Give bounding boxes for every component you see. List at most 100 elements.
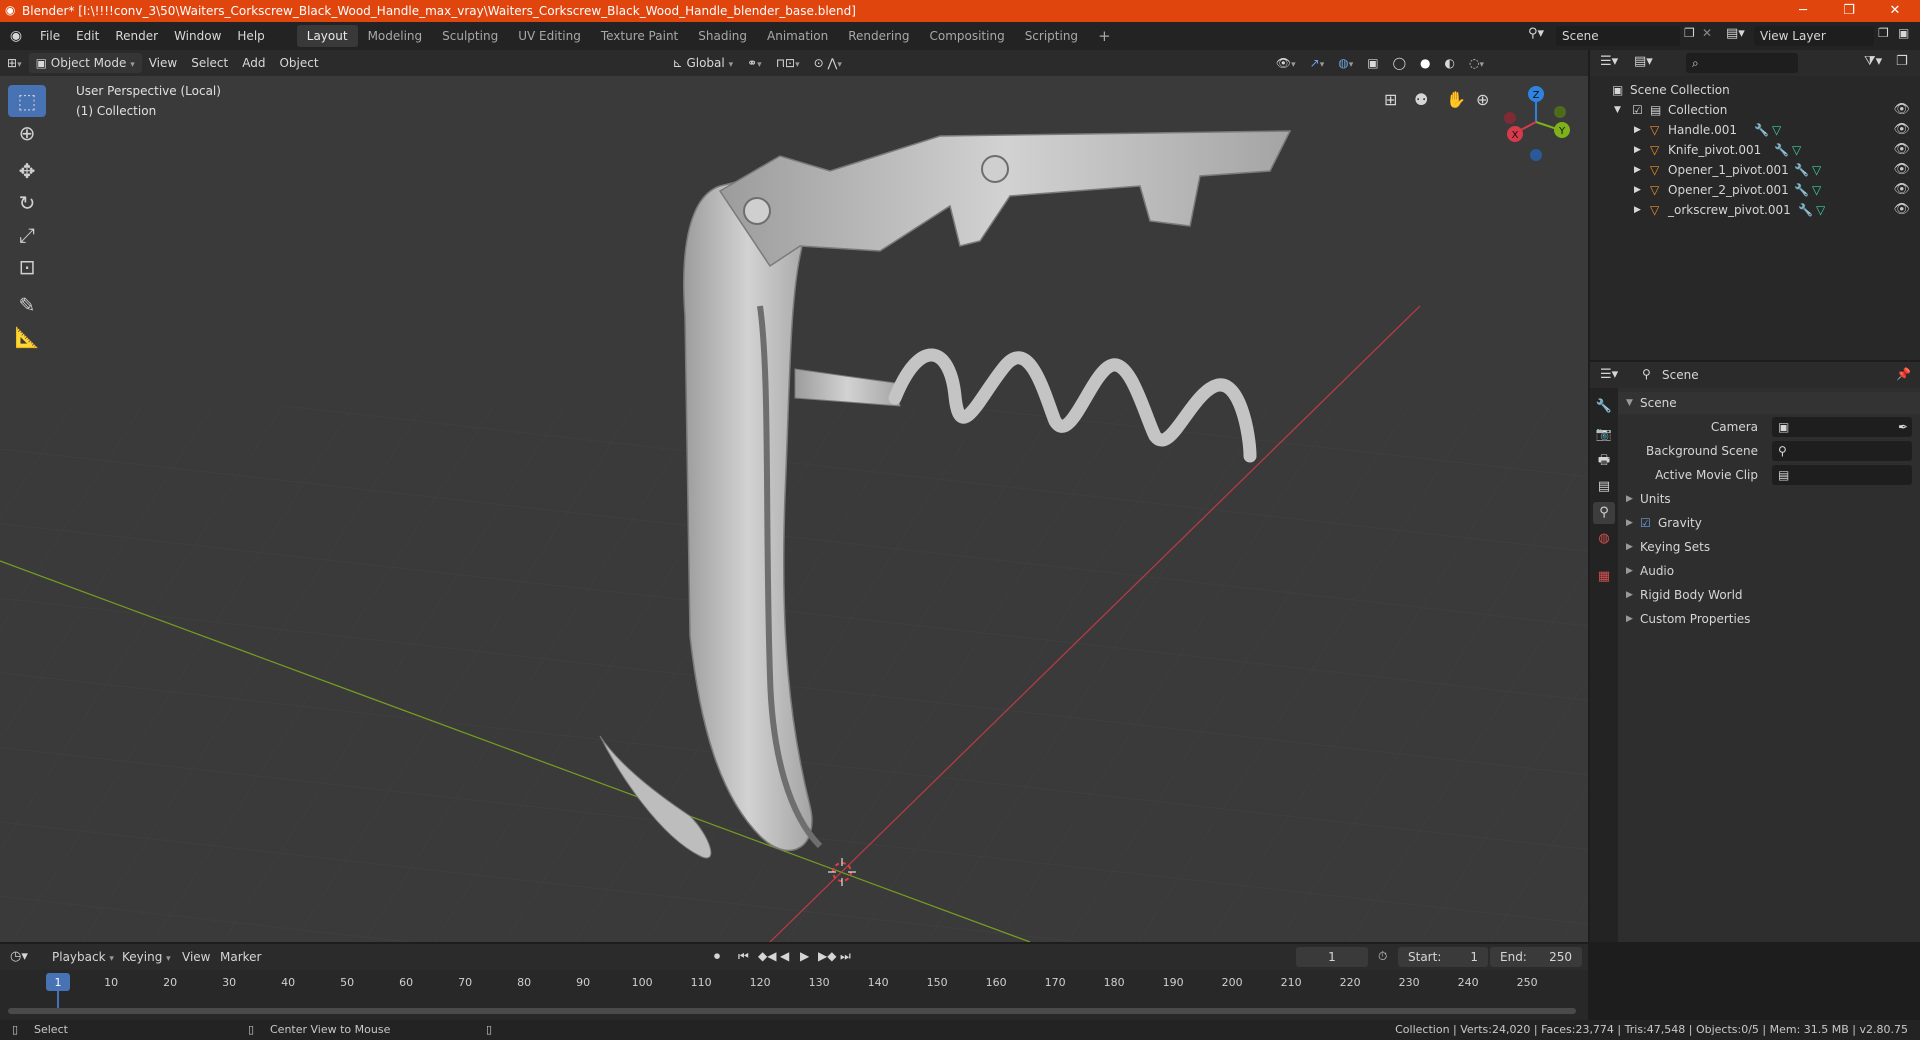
- tab-shading[interactable]: Shading: [688, 25, 757, 47]
- view-layer-type-icon[interactable]: ▤▾: [1726, 26, 1745, 41]
- outliner-editor-type-icon[interactable]: ☰▾: [1600, 54, 1618, 69]
- menu-marker[interactable]: Marker: [220, 950, 261, 964]
- scene-new-icon[interactable]: ❐: [1684, 26, 1695, 40]
- play-reverse-icon[interactable]: ◀: [780, 949, 789, 963]
- new-collection-icon[interactable]: ❐: [1896, 54, 1908, 69]
- view-layer-selector[interactable]: View Layer: [1754, 26, 1874, 46]
- eye-icon[interactable]: 👁: [1893, 100, 1910, 120]
- outliner-row-object[interactable]: ▶ ▽ Handle.001 🔧 ▽ 👁: [1590, 120, 1920, 140]
- gizmo-neg-z[interactable]: [1530, 149, 1542, 161]
- menu-file[interactable]: File: [32, 25, 68, 47]
- scene-close-icon[interactable]: ✕: [1702, 26, 1712, 40]
- outliner-row-object[interactable]: ▶ ▽ Opener_1_pivot.001 🔧 ▽ 👁: [1590, 160, 1920, 180]
- outliner-row-collection[interactable]: ▼ ☑ ▤ Collection 👁: [1590, 100, 1920, 120]
- end-frame-field[interactable]: End: 250: [1490, 947, 1582, 967]
- maximize-button[interactable]: ❐: [1826, 0, 1872, 22]
- scene-panel-header[interactable]: ▼ Scene: [1618, 392, 1920, 414]
- collection-checkbox[interactable]: ☑: [1632, 100, 1643, 120]
- menu-playback[interactable]: Playback ▾: [52, 950, 114, 964]
- jump-end-icon[interactable]: ⏭: [840, 949, 851, 964]
- close-button[interactable]: ✕: [1872, 0, 1918, 22]
- filter-icon[interactable]: ⧩▾: [1864, 54, 1882, 69]
- expand-arrow-icon[interactable]: ▼: [1614, 100, 1621, 120]
- eye-icon[interactable]: 👁: [1893, 160, 1910, 180]
- eye-icon[interactable]: 👁: [1893, 140, 1910, 160]
- modifier-wrench-icon[interactable]: 🔧: [1798, 200, 1813, 220]
- transform-orientation-dropdown[interactable]: ⊾ Global ▾: [666, 53, 741, 73]
- tab-layout[interactable]: Layout: [296, 25, 358, 47]
- current-frame-field[interactable]: 1: [1296, 947, 1368, 967]
- menu-render[interactable]: Render: [107, 25, 166, 47]
- keying-sets-panel[interactable]: ▶ Keying Sets: [1618, 536, 1920, 558]
- menu-help[interactable]: Help: [229, 25, 272, 47]
- minimize-button[interactable]: ─: [1780, 0, 1826, 22]
- expand-arrow-icon[interactable]: ▶: [1634, 160, 1641, 180]
- tab-sculpting[interactable]: Sculpting: [432, 25, 508, 47]
- editor-type-icon[interactable]: ⊞▾: [0, 53, 29, 73]
- eyedropper-icon[interactable]: ✒: [1898, 416, 1908, 438]
- view-layer-new-icon[interactable]: ❐: [1878, 26, 1889, 40]
- 3d-viewport[interactable]: Z Y X User Perspective (Local) (1) Colle…: [0, 76, 1588, 942]
- transform-tool-icon[interactable]: ⊡: [8, 251, 46, 283]
- mesh-data-icon[interactable]: ▽: [1792, 140, 1801, 160]
- view-layer-tab-icon[interactable]: ▤: [1593, 476, 1615, 498]
- scene-tab-icon[interactable]: ⚲: [1593, 502, 1615, 524]
- select-box-tool-icon[interactable]: ⬚: [8, 85, 46, 117]
- shading-solid-icon[interactable]: ●: [1413, 53, 1437, 73]
- tab-rendering[interactable]: Rendering: [838, 25, 919, 47]
- camera-field[interactable]: ▣ ✒: [1772, 417, 1912, 437]
- next-keyframe-icon[interactable]: ▶◆: [818, 949, 836, 963]
- modifier-wrench-icon[interactable]: 🔧: [1754, 120, 1769, 140]
- expand-arrow-icon[interactable]: ▶: [1634, 180, 1641, 200]
- outliner-row-object[interactable]: ▶ ▽ Knife_pivot.001 🔧 ▽ 👁: [1590, 140, 1920, 160]
- pivot-point-icon[interactable]: ⚭▾: [740, 53, 769, 73]
- scene-type-icon[interactable]: ⚲▾: [1528, 26, 1544, 41]
- overlay-toggle-icon[interactable]: ◍▾: [1331, 53, 1360, 73]
- jump-start-icon[interactable]: ⏮: [738, 949, 749, 964]
- expand-arrow-icon[interactable]: ▶: [1634, 140, 1641, 160]
- tab-scripting[interactable]: Scripting: [1015, 25, 1088, 47]
- cursor-tool-icon[interactable]: ⊕: [8, 117, 46, 149]
- gizmo-toggle-icon[interactable]: ↗▾: [1303, 53, 1332, 73]
- move-tool-icon[interactable]: ✥: [8, 155, 46, 187]
- timeline-editor-type-icon[interactable]: ◷▾: [10, 949, 28, 964]
- outliner-row-scene-collection[interactable]: ▣ Scene Collection: [1590, 80, 1920, 100]
- measure-tool-icon[interactable]: 📐: [8, 321, 46, 353]
- timeline-body[interactable]: 1 10 20 30 40 50 60 70 80 90 100 110 120 130 140 150 160…: [0, 970, 1588, 1020]
- properties-editor-type-icon[interactable]: ☰▾: [1600, 367, 1618, 382]
- audio-panel[interactable]: ▶ Audio: [1618, 560, 1920, 582]
- tool-tab-icon[interactable]: 🔧: [1593, 396, 1615, 418]
- outliner-row-object[interactable]: ▶ ▽ Opener_2_pivot.001 🔧 ▽ 👁: [1590, 180, 1920, 200]
- background-scene-field[interactable]: ⚲: [1772, 441, 1912, 461]
- rotate-tool-icon[interactable]: ↻: [8, 187, 46, 219]
- texture-tab-icon[interactable]: ▦: [1593, 566, 1615, 588]
- mesh-data-icon[interactable]: ▽: [1812, 180, 1821, 200]
- menu-select[interactable]: Select: [184, 53, 235, 73]
- tab-animation[interactable]: Animation: [757, 25, 838, 47]
- xray-toggle-icon[interactable]: ▣: [1360, 53, 1385, 73]
- menu-view[interactable]: View: [142, 53, 184, 73]
- modifier-wrench-icon[interactable]: 🔧: [1774, 140, 1789, 160]
- menu-keying[interactable]: Keying ▾: [122, 950, 171, 964]
- output-tab-icon[interactable]: 🖶: [1593, 450, 1615, 472]
- rigid-body-world-panel[interactable]: ▶ Rigid Body World: [1618, 584, 1920, 606]
- zoom-icon[interactable]: ⊕: [1476, 90, 1489, 109]
- tab-texture-paint[interactable]: Texture Paint: [591, 25, 688, 47]
- timeline-scrollbar[interactable]: [8, 1008, 1576, 1014]
- gizmo-neg-y[interactable]: [1554, 106, 1566, 118]
- modifier-wrench-icon[interactable]: 🔧: [1794, 160, 1809, 180]
- expand-arrow-icon[interactable]: ▶: [1634, 120, 1641, 140]
- pan-hand-icon[interactable]: ✋: [1446, 90, 1466, 109]
- visibility-icon[interactable]: 👁▾: [1269, 53, 1303, 73]
- world-tab-icon[interactable]: ◍: [1593, 528, 1615, 550]
- preview-range-icon[interactable]: ⏱: [1378, 949, 1387, 964]
- camera-view-icon[interactable]: ⚉: [1414, 90, 1428, 109]
- play-icon[interactable]: ▶: [800, 949, 809, 963]
- tab-compositing[interactable]: Compositing: [919, 25, 1014, 47]
- mesh-data-icon[interactable]: ▽: [1816, 200, 1825, 220]
- proportional-edit-icon[interactable]: ⊙ ⋀▾: [807, 53, 849, 73]
- outliner-row-object[interactable]: ▶ ▽ _orkscrew_pivot.001 🔧 ▽ 👁: [1590, 200, 1920, 220]
- record-icon[interactable]: ⏺: [714, 949, 720, 964]
- view-layer-close-icon[interactable]: ▣: [1898, 26, 1909, 40]
- start-frame-field[interactable]: Start: 1: [1398, 947, 1488, 967]
